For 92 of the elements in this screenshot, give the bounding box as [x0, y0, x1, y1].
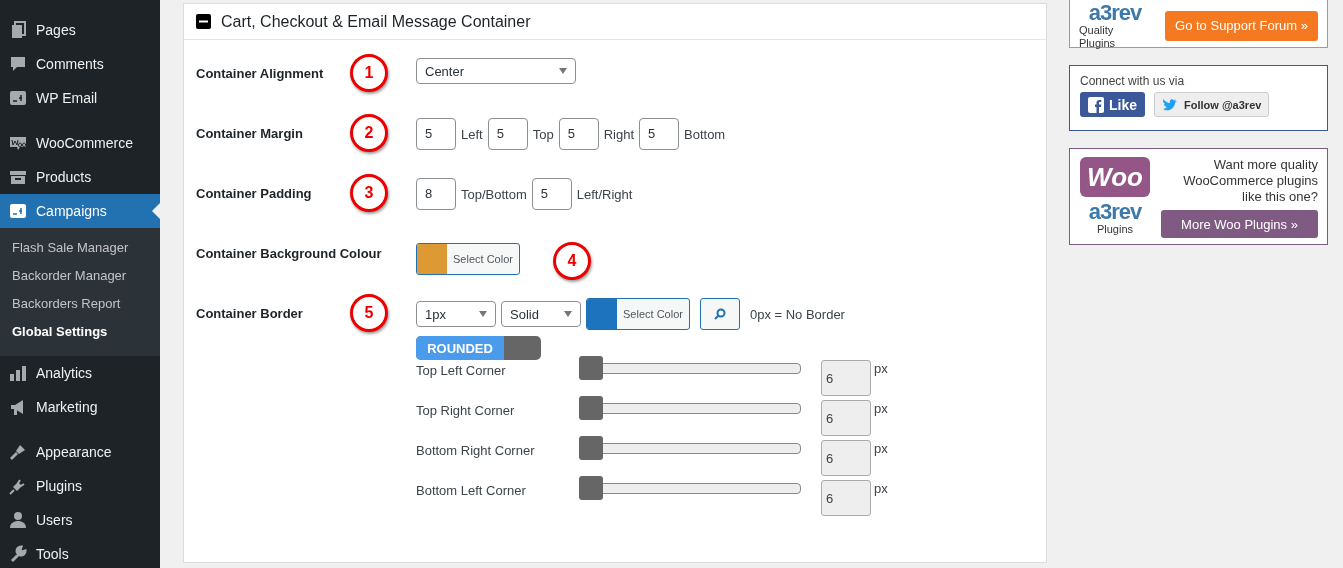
unit-label: px	[874, 360, 888, 376]
step-number-badge: 1	[350, 54, 388, 92]
bar-chart-icon	[9, 364, 27, 382]
step-number-badge: 4	[552, 242, 591, 280]
menu-item[interactable]: WooCommerce	[0, 126, 160, 160]
number-input[interactable]: 6	[821, 360, 871, 396]
corner-label: Top Right Corner	[416, 402, 516, 418]
logo-tagline: Quality Plugins	[1079, 23, 1117, 50]
preview-button[interactable]	[699, 298, 740, 330]
woo-logo: Woo	[1080, 157, 1150, 197]
dropdown[interactable]: Center	[416, 58, 576, 84]
menu-item[interactable]: Tools	[0, 537, 160, 568]
slider[interactable]	[579, 436, 801, 462]
number-input[interactable]: 5	[416, 118, 456, 150]
search-icon	[713, 308, 726, 320]
menu-item[interactable]: Marketing	[0, 390, 160, 424]
archive-box-icon	[9, 168, 27, 186]
wrench-icon	[9, 545, 27, 563]
dropdown[interactable]: Solid	[501, 301, 581, 327]
caret-icon	[559, 68, 567, 74]
unit-label: Top/Bottom	[461, 186, 527, 202]
color-picker-button[interactable]: Select Color	[586, 298, 690, 330]
bird-icon	[1162, 97, 1180, 112]
menu-item[interactable]: Comments	[0, 47, 160, 81]
submenu-item[interactable]: Flash Sale Manager	[0, 234, 160, 262]
slider[interactable]	[579, 476, 801, 502]
slider-thumb[interactable]	[579, 436, 603, 460]
submenu-item[interactable]: Backorders Report	[0, 290, 160, 318]
slider-thumb[interactable]	[579, 356, 603, 380]
menu-item[interactable]: Plugins	[0, 469, 160, 503]
number-input[interactable]: 5	[639, 118, 679, 150]
like-button[interactable]: Like	[1080, 92, 1145, 117]
number-input[interactable]: 5	[531, 178, 572, 210]
field-label: Container Background Colour	[196, 245, 383, 261]
unit-label: px	[874, 440, 888, 456]
paintbrush-icon	[9, 443, 27, 461]
pages-icon	[9, 21, 27, 39]
unit-label: Left	[461, 126, 483, 142]
field-label: Container Border	[196, 305, 304, 321]
field-label: Container Margin	[196, 125, 304, 141]
number-input[interactable]: 5	[487, 118, 528, 150]
unit-label: Bottom	[684, 126, 726, 142]
slider-thumb[interactable]	[579, 476, 603, 500]
step-number-badge: 2	[350, 114, 388, 152]
more-plugins-button[interactable]: More Woo Plugins »	[1161, 210, 1318, 238]
color-picker-button[interactable]: Select Color	[416, 243, 520, 275]
submenu-item[interactable]: Backorder Manager	[0, 262, 160, 290]
plug-icon	[9, 477, 27, 495]
menu-item[interactable]: Users	[0, 503, 160, 537]
follow-button[interactable]: Follow @a3rev	[1154, 92, 1270, 117]
corner-label: Bottom Right Corner	[416, 442, 536, 458]
number-input[interactable]: 8	[416, 178, 456, 210]
unit-label: px	[874, 400, 888, 416]
slider[interactable]	[579, 356, 801, 382]
logo-wordmark: a3rev	[1088, 201, 1142, 223]
speech-bubble-icon	[9, 55, 27, 73]
caret-icon	[479, 311, 487, 317]
unit-label: Top	[532, 126, 554, 142]
corner-label: Top Left Corner	[416, 362, 507, 378]
field-label: Container Padding	[196, 185, 313, 201]
step-number-badge: 5	[350, 294, 388, 332]
unit-label: Right	[603, 126, 634, 142]
number-input[interactable]: 6	[821, 440, 871, 476]
step-number-badge: 3	[350, 174, 388, 212]
user-icon	[9, 511, 27, 529]
panel-title: Cart, Checkout & Email Message Container	[221, 12, 531, 31]
woo-logo-icon	[9, 134, 27, 152]
menu-item[interactable]: Appearance	[0, 435, 160, 469]
field-label: Container Alignment	[196, 65, 325, 81]
dropdown[interactable]: 1px	[416, 301, 496, 327]
menu-item[interactable]: Campaigns	[0, 194, 160, 228]
hint-text: 0px = No Border	[749, 306, 845, 322]
slider[interactable]	[579, 396, 801, 422]
number-input[interactable]: 6	[821, 400, 871, 436]
logo-wordmark: a3rev	[1088, 1, 1142, 24]
corner-label: Bottom Left Corner	[416, 482, 527, 498]
number-input[interactable]: 5	[558, 118, 599, 150]
slider-thumb[interactable]	[579, 396, 603, 420]
banner-heading: Connect with us via	[1080, 74, 1186, 88]
submenu-item[interactable]: Global Settings	[0, 318, 160, 346]
logo-tagline: Plugins	[1096, 223, 1134, 236]
menu-item[interactable]: Pages	[0, 13, 160, 47]
caret-icon	[564, 311, 572, 317]
menu-item[interactable]: Products	[0, 160, 160, 194]
unit-label: px	[874, 480, 888, 496]
number-input[interactable]: 6	[821, 480, 871, 516]
unit-label: Left/Right	[576, 186, 633, 202]
collapse-icon[interactable]	[196, 14, 211, 29]
menu-item[interactable]: WP Email	[0, 81, 160, 115]
f-logo-icon	[1088, 96, 1104, 113]
menu-item[interactable]: Analytics	[0, 356, 160, 390]
promo-text: Want more quality WooCommerce plugins like this one?	[1182, 157, 1318, 205]
